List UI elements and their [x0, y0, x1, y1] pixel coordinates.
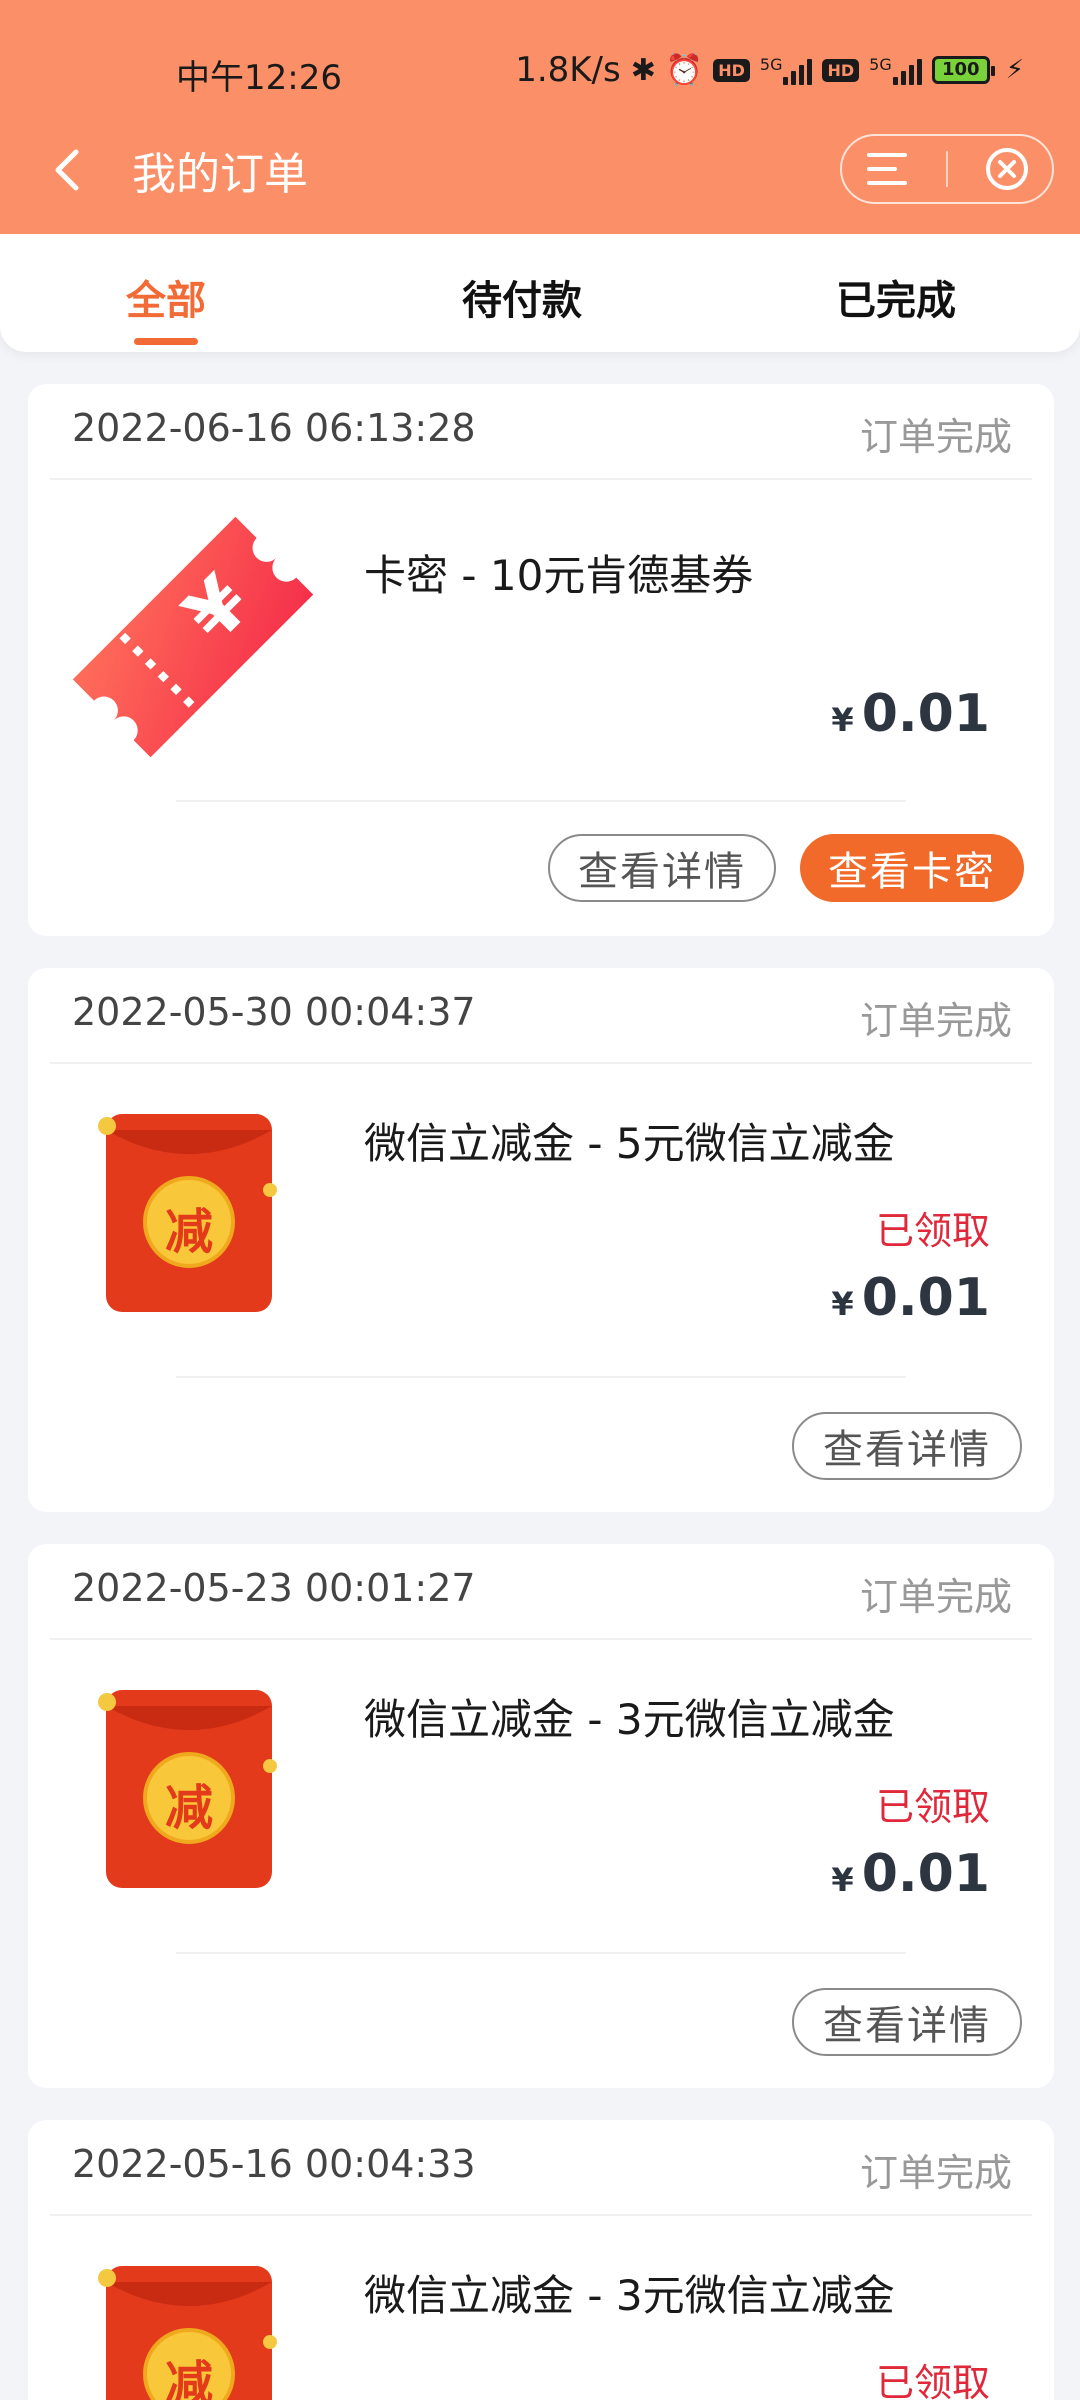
- bluetooth-icon: ✱: [630, 52, 656, 88]
- order-status: 订单完成: [859, 415, 1012, 459]
- claimed-label: 已领取: [875, 1209, 990, 1253]
- envelope-char: 减: [164, 1204, 213, 1260]
- price-value: 0.01: [861, 684, 990, 744]
- nav-bar: 我的订单: [0, 120, 1080, 230]
- order-status: 订单完成: [859, 999, 1012, 1043]
- order-time: 2022-05-16 00:04:33: [72, 2142, 476, 2186]
- product-title: 微信立减金 - 3元微信立减金: [364, 2271, 895, 2320]
- price-value: 0.01: [861, 1844, 990, 1904]
- divider: [176, 1376, 906, 1378]
- order-status: 订单完成: [859, 2151, 1012, 2195]
- divider: [176, 800, 906, 802]
- net-speed: 1.8K/s: [515, 50, 621, 90]
- tab-underline: [134, 338, 198, 345]
- mini-program-capsule: [840, 134, 1054, 204]
- status-icons: 1.8K/s ✱ ⏰ HD 5G HD 5G 100 ⚡: [515, 50, 1024, 90]
- order-status: 订单完成: [859, 1575, 1012, 1619]
- order-card[interactable]: 2022-05-23 00:01:27 订单完成 减 微信立减金 - 3元微信立…: [28, 1544, 1054, 2088]
- order-time: 2022-05-23 00:01:27: [72, 1566, 476, 1610]
- signal-icon-2: 5G: [869, 55, 922, 85]
- red-envelope-icon: 减: [94, 2260, 284, 2400]
- signal-icon: 5G: [760, 55, 813, 85]
- status-bar: 中午12:26 1.8K/s ✱ ⏰ HD 5G HD 5G 100 ⚡: [0, 0, 1080, 140]
- order-time: 2022-06-16 06:13:28: [72, 406, 476, 450]
- order-price: ¥0.01: [831, 1844, 990, 1904]
- top-bar: 中午12:26 1.8K/s ✱ ⏰ HD 5G HD 5G 100 ⚡ 我的订…: [0, 0, 1080, 234]
- order-tabs: 全部 待付款 已完成: [0, 234, 1080, 352]
- product-title: 微信立减金 - 5元微信立减金: [364, 1119, 895, 1168]
- close-icon[interactable]: [977, 139, 1037, 199]
- product-title: 卡密 - 10元肯德基券: [364, 551, 754, 600]
- divider: [50, 478, 1032, 480]
- back-arrow-icon[interactable]: [40, 140, 100, 200]
- divider: [176, 1952, 906, 1954]
- tab-pending-payment[interactable]: 待付款: [462, 268, 582, 326]
- order-card[interactable]: 2022-05-16 00:04:33 订单完成 减 微信立减金 - 3元微信立…: [28, 2120, 1054, 2400]
- capsule-divider: [945, 151, 948, 187]
- red-envelope-icon: 减: [94, 1684, 284, 1898]
- divider: [50, 1638, 1032, 1640]
- currency-symbol: ¥: [831, 701, 854, 739]
- red-envelope-icon: 减: [94, 1108, 284, 1322]
- battery-icon: 100: [931, 56, 995, 84]
- hd-badge-2: HD: [822, 58, 860, 82]
- currency-symbol: ¥: [831, 1285, 854, 1323]
- ticket-icon: ¥: [58, 502, 328, 776]
- page-title: 我的订单: [132, 149, 308, 200]
- tab-completed[interactable]: 已完成: [836, 268, 956, 326]
- divider: [50, 2214, 1032, 2216]
- order-price: ¥0.01: [831, 1268, 990, 1328]
- order-price: ¥0.01: [831, 684, 990, 744]
- envelope-char: 减: [164, 2356, 213, 2400]
- claimed-label: 已领取: [875, 2361, 990, 2400]
- tab-all[interactable]: 全部: [126, 268, 206, 326]
- view-card-code-button[interactable]: 查看卡密: [800, 834, 1024, 902]
- price-value: 0.01: [861, 1268, 990, 1328]
- product-title: 微信立减金 - 3元微信立减金: [364, 1695, 895, 1744]
- currency-symbol: ¥: [831, 1861, 854, 1899]
- charging-icon: ⚡: [1005, 55, 1024, 85]
- order-card[interactable]: 2022-05-30 00:04:37 订单完成 减 微信立减金 - 5元微信立…: [28, 968, 1054, 1512]
- view-details-button[interactable]: 查看详情: [792, 1988, 1022, 2056]
- order-card[interactable]: 2022-06-16 06:13:28 订单完成 ¥ 卡密 - 10元肯德基券 …: [28, 384, 1054, 936]
- divider: [50, 1062, 1032, 1064]
- claimed-label: 已领取: [875, 1785, 990, 1829]
- alarm-icon: ⏰: [665, 52, 704, 88]
- view-details-button[interactable]: 查看详情: [548, 834, 776, 902]
- view-details-button[interactable]: 查看详情: [792, 1412, 1022, 1480]
- menu-icon[interactable]: [857, 139, 917, 199]
- hd-badge: HD: [713, 58, 750, 82]
- status-time: 中午12:26: [176, 58, 342, 98]
- envelope-char: 减: [164, 1780, 213, 1836]
- order-time: 2022-05-30 00:04:37: [72, 990, 476, 1034]
